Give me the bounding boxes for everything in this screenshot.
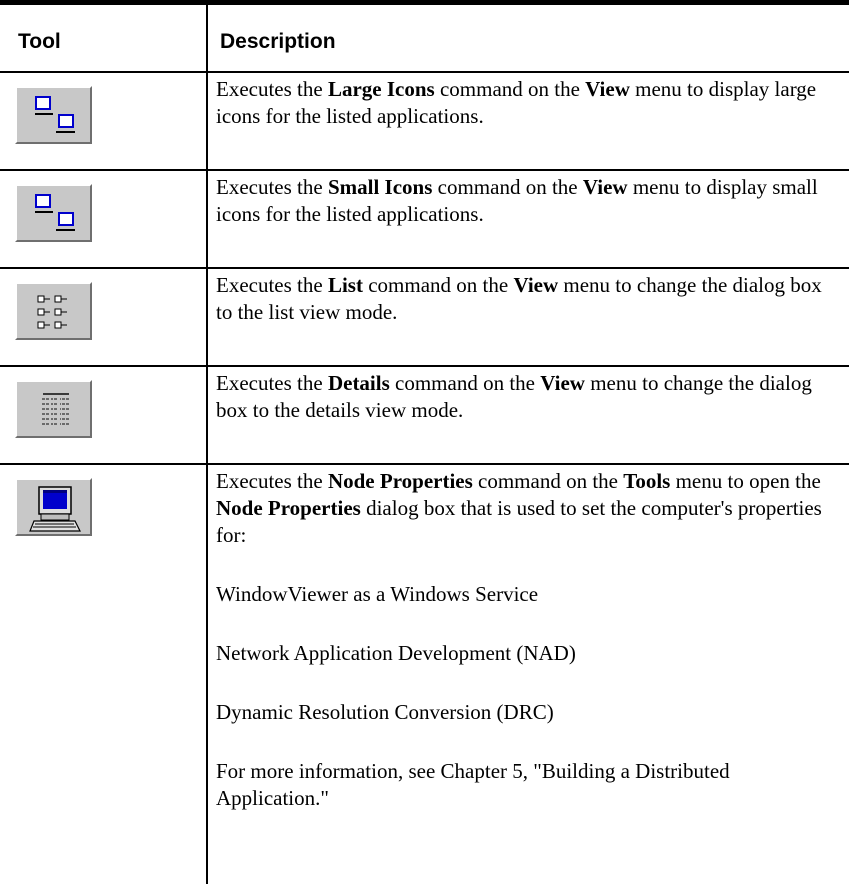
row-divider — [0, 365, 849, 367]
row-description: Executes the Small Icons command on the … — [216, 175, 818, 226]
row-divider — [0, 169, 849, 171]
list-view-icon — [37, 295, 67, 329]
header-tool: Tool — [18, 30, 61, 53]
column-divider — [206, 5, 208, 884]
list-item: Network Application Development (NAD) — [216, 641, 576, 665]
small-icons-button[interactable] — [15, 184, 92, 242]
row-description: Executes the Details command on the View… — [216, 371, 812, 422]
node-properties-icon — [29, 486, 81, 532]
list-item: WindowViewer as a Windows Service — [216, 582, 539, 606]
header-description: Description — [220, 30, 336, 53]
row-description: Executes the Large Icons command on the … — [216, 77, 817, 128]
header-divider — [0, 71, 849, 73]
table-top-border — [0, 0, 849, 5]
small-icons-icon — [35, 194, 75, 231]
large-icons-icon — [35, 96, 75, 133]
row-description: Executes the List command on the View me… — [216, 273, 822, 324]
list-view-button[interactable] — [15, 282, 92, 340]
row-divider — [0, 267, 849, 269]
large-icons-button[interactable] — [15, 86, 92, 144]
details-view-icon — [42, 393, 70, 426]
details-view-button[interactable] — [15, 380, 92, 438]
tool-description-table: Tool Description Executes the Large Icon… — [0, 0, 849, 884]
list-item: For more information, see Chapter 5, "Bu… — [216, 759, 730, 810]
row-divider — [0, 463, 849, 465]
list-item: Dynamic Resolution Conversion (DRC) — [216, 700, 554, 724]
row-description: Executes the Node Properties command on … — [216, 468, 841, 812]
node-properties-button[interactable] — [15, 478, 92, 536]
